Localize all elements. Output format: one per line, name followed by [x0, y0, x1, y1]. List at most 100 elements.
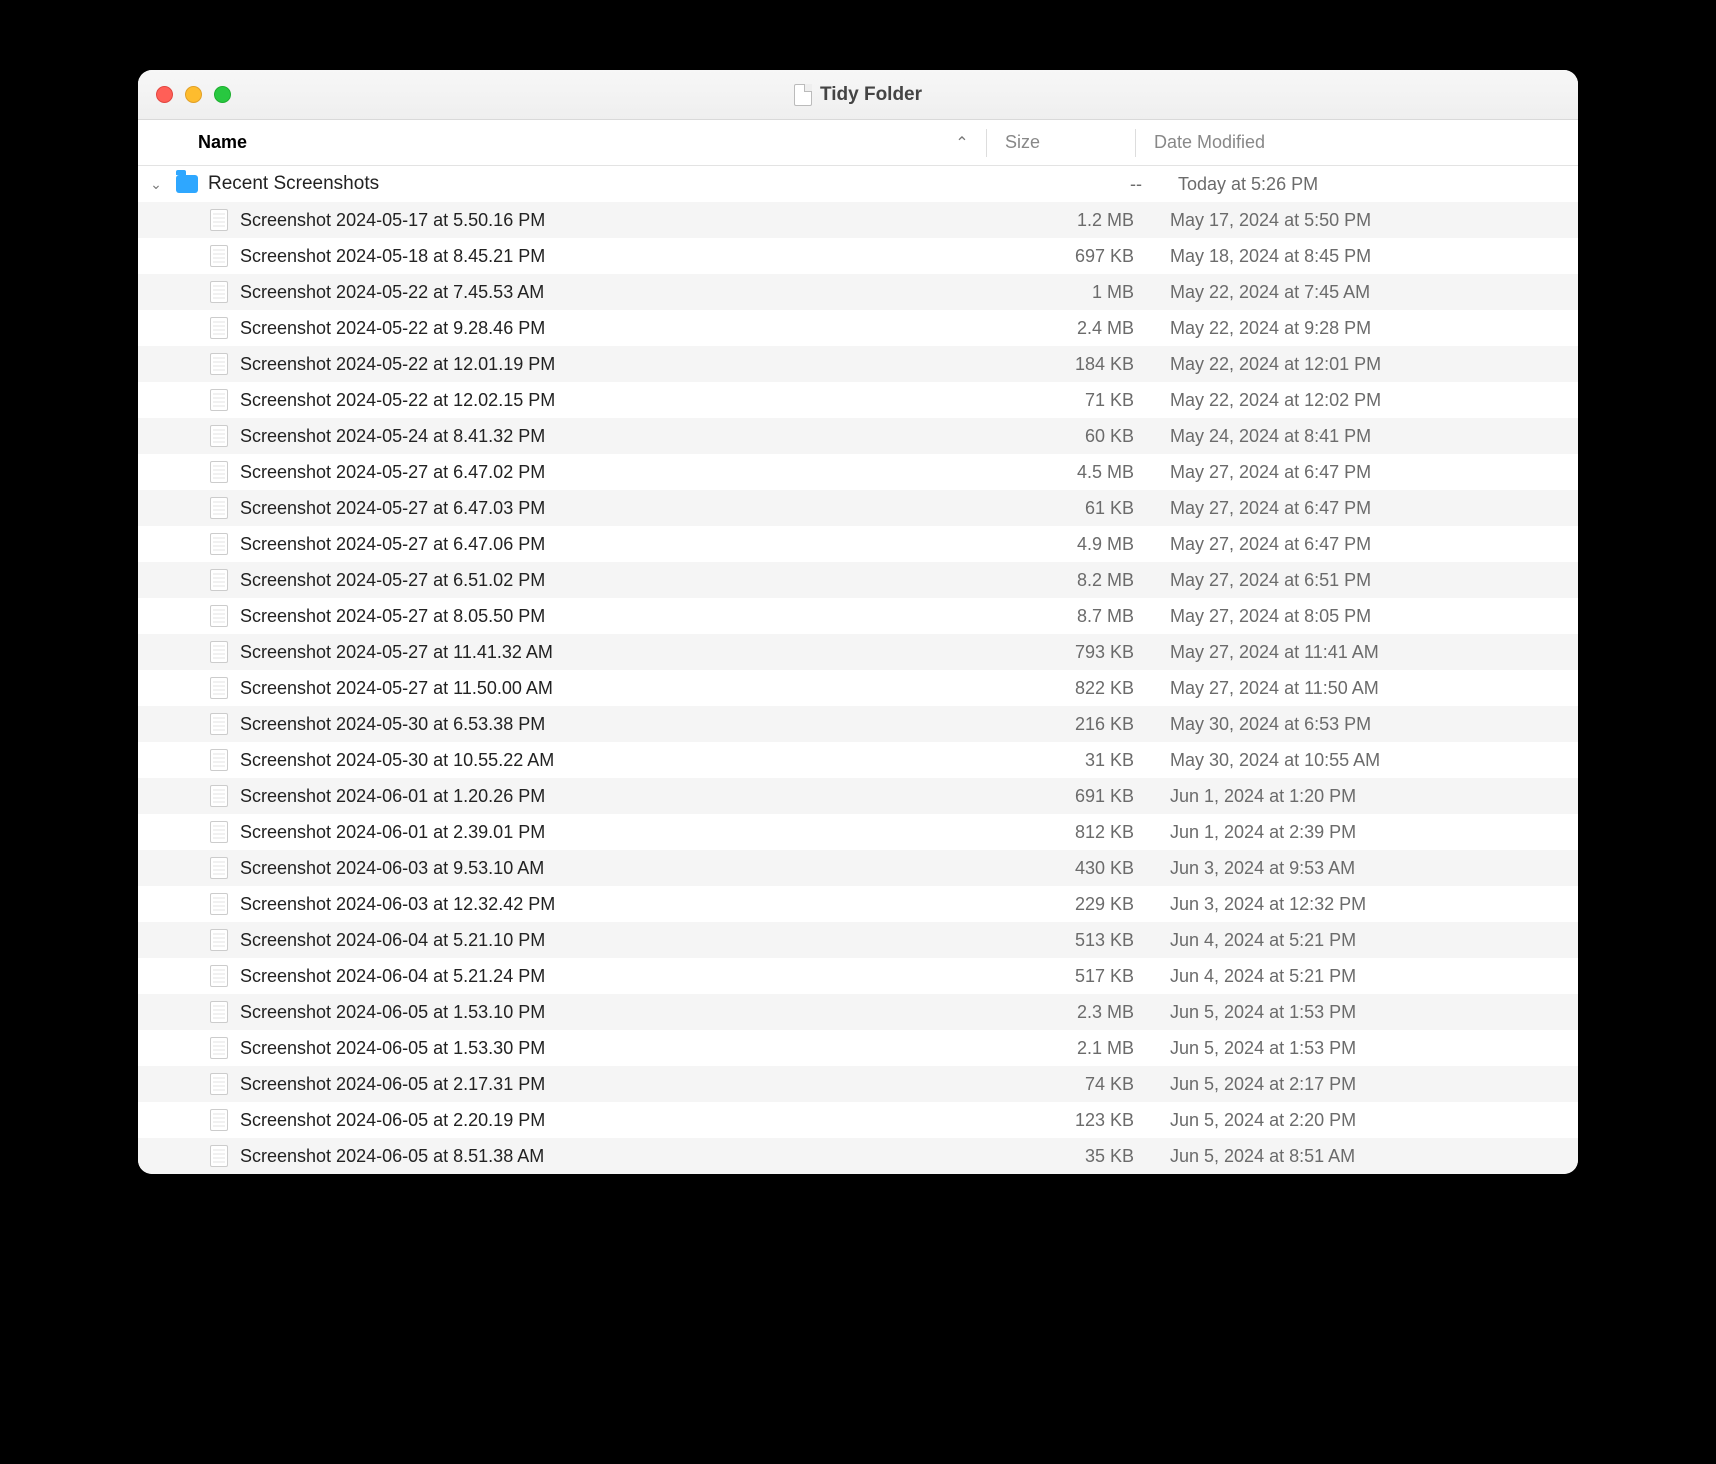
minimize-button[interactable] [185, 86, 202, 103]
file-size: 1 MB [952, 282, 1152, 303]
file-row[interactable]: Screenshot 2024-05-17 at 5.50.16 PM1.2 M… [138, 202, 1578, 238]
file-row[interactable]: Screenshot 2024-05-30 at 6.53.38 PM216 K… [138, 706, 1578, 742]
file-name: Screenshot 2024-05-27 at 6.47.02 PM [232, 462, 952, 483]
sort-ascending-icon[interactable]: ⌃ [938, 133, 986, 153]
image-file-icon [206, 461, 232, 483]
file-date: Jun 5, 2024 at 2:20 PM [1152, 1110, 1578, 1131]
file-row[interactable]: Screenshot 2024-06-04 at 5.21.24 PM517 K… [138, 958, 1578, 994]
column-headers: Name ⌃ Size Date Modified [138, 120, 1578, 166]
file-size: 430 KB [952, 858, 1152, 879]
image-file-icon [206, 821, 232, 843]
file-row[interactable]: Screenshot 2024-06-05 at 2.20.19 PM123 K… [138, 1102, 1578, 1138]
image-file-icon [206, 569, 232, 591]
folder-date: Today at 5:26 PM [1160, 174, 1578, 195]
image-file-icon [206, 209, 232, 231]
image-file-icon [206, 677, 232, 699]
file-row[interactable]: Screenshot 2024-05-27 at 11.50.00 AM822 … [138, 670, 1578, 706]
file-date: May 27, 2024 at 6:51 PM [1152, 570, 1578, 591]
folder-name: Recent Screenshots [200, 173, 960, 195]
titlebar[interactable]: Tidy Folder [138, 70, 1578, 120]
file-row[interactable]: Screenshot 2024-06-03 at 12.32.42 PM229 … [138, 886, 1578, 922]
file-row[interactable]: Screenshot 2024-05-27 at 6.47.03 PM61 KB… [138, 490, 1578, 526]
file-row[interactable]: Screenshot 2024-06-01 at 2.39.01 PM812 K… [138, 814, 1578, 850]
file-row[interactable]: Screenshot 2024-05-27 at 11.41.32 AM793 … [138, 634, 1578, 670]
file-row[interactable]: Screenshot 2024-05-27 at 6.51.02 PM8.2 M… [138, 562, 1578, 598]
file-row[interactable]: Screenshot 2024-05-27 at 6.47.02 PM4.5 M… [138, 454, 1578, 490]
file-list[interactable]: ⌄ Recent Screenshots--Today at 5:26 PM Scr… [138, 166, 1578, 1174]
file-name: Screenshot 2024-06-05 at 2.20.19 PM [232, 1110, 952, 1131]
file-row[interactable]: Screenshot 2024-05-22 at 12.01.19 PM184 … [138, 346, 1578, 382]
file-row[interactable]: Screenshot 2024-06-01 at 1.20.26 PM691 K… [138, 778, 1578, 814]
image-file-icon [206, 1001, 232, 1023]
file-name: Screenshot 2024-05-27 at 6.47.06 PM [232, 534, 952, 555]
file-row[interactable]: Screenshot 2024-05-22 at 9.28.46 PM2.4 M… [138, 310, 1578, 346]
column-header-name[interactable]: Name [138, 132, 938, 153]
file-row[interactable]: Screenshot 2024-05-24 at 8.41.32 PM60 KB… [138, 418, 1578, 454]
image-file-icon [206, 1145, 232, 1167]
file-row[interactable]: Screenshot 2024-05-27 at 6.47.06 PM4.9 M… [138, 526, 1578, 562]
file-date: Jun 3, 2024 at 12:32 PM [1152, 894, 1578, 915]
image-file-icon [206, 317, 232, 339]
file-date: Jun 5, 2024 at 8:51 AM [1152, 1146, 1578, 1167]
file-name: Screenshot 2024-05-27 at 11.41.32 AM [232, 642, 952, 663]
file-row[interactable]: Screenshot 2024-06-05 at 1.53.30 PM2.1 M… [138, 1030, 1578, 1066]
file-size: 513 KB [952, 930, 1152, 951]
file-size: 184 KB [952, 354, 1152, 375]
file-name: Screenshot 2024-05-22 at 12.01.19 PM [232, 354, 952, 375]
file-row[interactable]: Screenshot 2024-05-30 at 10.55.22 AM31 K… [138, 742, 1578, 778]
file-size: 793 KB [952, 642, 1152, 663]
file-size: 812 KB [952, 822, 1152, 843]
image-file-icon [206, 353, 232, 375]
file-name: Screenshot 2024-05-27 at 6.51.02 PM [232, 570, 952, 591]
file-row[interactable]: Screenshot 2024-06-05 at 2.17.31 PM74 KB… [138, 1066, 1578, 1102]
image-file-icon [206, 497, 232, 519]
image-file-icon [206, 785, 232, 807]
file-name: Screenshot 2024-06-05 at 1.53.30 PM [232, 1038, 952, 1059]
zoom-button[interactable] [214, 86, 231, 103]
file-size: 2.4 MB [952, 318, 1152, 339]
file-row[interactable]: Screenshot 2024-05-18 at 8.45.21 PM697 K… [138, 238, 1578, 274]
column-header-date[interactable]: Date Modified [1136, 132, 1578, 153]
file-name: Screenshot 2024-05-27 at 11.50.00 AM [232, 678, 952, 699]
file-name: Screenshot 2024-05-30 at 6.53.38 PM [232, 714, 952, 735]
file-date: Jun 4, 2024 at 5:21 PM [1152, 930, 1578, 951]
close-button[interactable] [156, 86, 173, 103]
file-row[interactable]: Screenshot 2024-06-05 at 1.53.10 PM2.3 M… [138, 994, 1578, 1030]
file-date: May 22, 2024 at 7:45 AM [1152, 282, 1578, 303]
file-date: May 27, 2024 at 6:47 PM [1152, 534, 1578, 555]
file-name: Screenshot 2024-06-01 at 2.39.01 PM [232, 822, 952, 843]
file-size: 4.5 MB [952, 462, 1152, 483]
image-file-icon [206, 389, 232, 411]
file-size: 216 KB [952, 714, 1152, 735]
column-header-size[interactable]: Size [987, 132, 1135, 153]
file-row[interactable]: Screenshot 2024-05-22 at 12.02.15 PM71 K… [138, 382, 1578, 418]
file-size: 60 KB [952, 426, 1152, 447]
file-row[interactable]: Screenshot 2024-05-27 at 8.05.50 PM8.7 M… [138, 598, 1578, 634]
file-row[interactable]: Screenshot 2024-05-22 at 7.45.53 AM1 MBM… [138, 274, 1578, 310]
file-size: 8.7 MB [952, 606, 1152, 627]
file-name: Screenshot 2024-05-22 at 9.28.46 PM [232, 318, 952, 339]
file-size: 71 KB [952, 390, 1152, 411]
file-name: Screenshot 2024-06-03 at 9.53.10 AM [232, 858, 952, 879]
finder-window: Tidy Folder Name ⌃ Size Date Modified ⌄ R… [138, 70, 1578, 1174]
file-row[interactable]: Screenshot 2024-06-03 at 9.53.10 AM430 K… [138, 850, 1578, 886]
image-file-icon [206, 605, 232, 627]
file-name: Screenshot 2024-05-18 at 8.45.21 PM [232, 246, 952, 267]
file-date: Jun 1, 2024 at 1:20 PM [1152, 786, 1578, 807]
folder-size: -- [960, 174, 1160, 195]
image-file-icon [206, 965, 232, 987]
file-date: May 27, 2024 at 6:47 PM [1152, 498, 1578, 519]
file-row[interactable]: Screenshot 2024-06-04 at 5.21.10 PM513 K… [138, 922, 1578, 958]
file-size: 2.3 MB [952, 1002, 1152, 1023]
file-name: Screenshot 2024-05-27 at 6.47.03 PM [232, 498, 952, 519]
file-date: Jun 4, 2024 at 5:21 PM [1152, 966, 1578, 987]
image-file-icon [206, 533, 232, 555]
file-name: Screenshot 2024-05-24 at 8.41.32 PM [232, 426, 952, 447]
file-size: 1.2 MB [952, 210, 1152, 231]
file-size: 74 KB [952, 1074, 1152, 1095]
window-controls [156, 86, 231, 103]
disclosure-triangle-icon[interactable]: ⌄ [138, 176, 174, 193]
folder-row[interactable]: ⌄ Recent Screenshots--Today at 5:26 PM [138, 166, 1578, 202]
file-row[interactable]: Screenshot 2024-06-05 at 8.51.38 AM35 KB… [138, 1138, 1578, 1174]
file-date: May 27, 2024 at 11:50 AM [1152, 678, 1578, 699]
